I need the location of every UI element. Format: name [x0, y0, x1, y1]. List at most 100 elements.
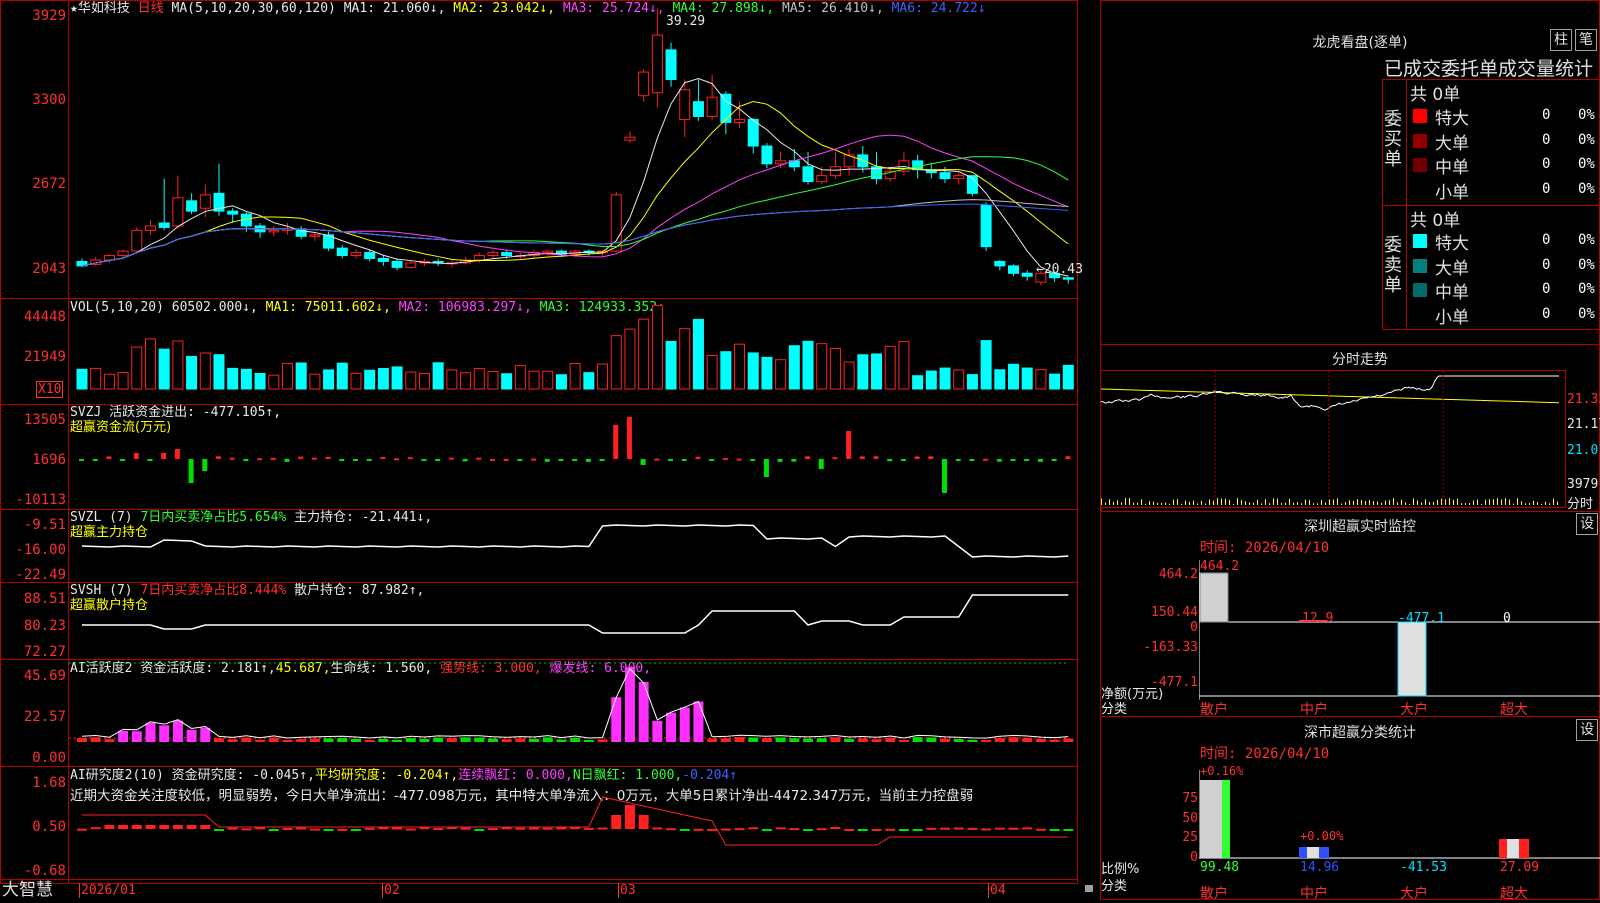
fund-flow-bar	[914, 456, 920, 459]
activity-bar	[529, 738, 540, 742]
buy-row-swatch	[1413, 133, 1427, 148]
fund-flow-bar	[983, 458, 989, 461]
fund-flow-bar	[544, 459, 550, 462]
ai-research-pane[interactable]	[69, 767, 1077, 879]
volume-bar	[295, 362, 307, 390]
stats-col-divider	[1406, 79, 1407, 330]
sz-monitor-value: 0	[1503, 611, 1511, 626]
intraday-volume-tick	[1161, 502, 1162, 505]
activity-bar	[830, 737, 841, 742]
fund-flow-bar	[489, 458, 495, 461]
intraday-volume-tick	[1289, 498, 1290, 505]
candle-body	[651, 34, 663, 94]
sz-class-time: 时间: 2026/04/10	[1200, 746, 1330, 762]
sz-class-chart[interactable]	[1199, 770, 1600, 900]
research-bar	[693, 828, 704, 831]
sell-row-swatch	[1413, 258, 1427, 273]
intraday-volume-tick	[1205, 503, 1206, 505]
activity-bar	[611, 697, 622, 742]
sell-row-pct: 0%	[1578, 281, 1595, 297]
activity-bar	[241, 737, 252, 742]
candle-body	[473, 255, 485, 261]
intraday-volume-tick	[1553, 498, 1554, 505]
fund-flow-bar	[229, 457, 235, 460]
activity-bar	[953, 739, 964, 742]
sz-class-settings-button[interactable]: 设	[1576, 719, 1598, 741]
activity-bar	[474, 737, 485, 742]
svzj-axis-label: 13505	[23, 412, 66, 428]
candle-body	[747, 118, 759, 147]
section-divider	[1100, 716, 1600, 717]
intraday-volume-tick	[1125, 498, 1126, 505]
sz-class-category: 超大	[1500, 886, 1528, 902]
volume-bar	[1062, 364, 1074, 390]
price-axis-label: 2672	[32, 176, 66, 192]
fund-flow-bar	[832, 457, 838, 460]
research-bar	[981, 828, 992, 831]
research-bar	[953, 827, 964, 830]
svsh-pane[interactable]	[69, 583, 1077, 659]
volume-bar	[734, 343, 746, 390]
research-bar	[118, 825, 129, 829]
pen-mode-button[interactable]: 笔	[1575, 29, 1597, 51]
research-bar	[885, 828, 896, 831]
intraday-volume-tick	[1473, 500, 1474, 505]
fund-flow-bar	[859, 456, 865, 459]
activity-bar	[734, 737, 745, 742]
intraday-volume-tick	[1217, 498, 1218, 505]
sz-monitor-title: 深圳超赢实时监控	[1304, 519, 1416, 535]
research-bar	[131, 825, 142, 829]
intraday-volume-tick	[1497, 498, 1498, 505]
research-bar	[994, 827, 1005, 830]
svzj-pane[interactable]	[69, 405, 1077, 509]
svsh-axis-label: 80.23	[23, 618, 66, 634]
research-bar	[1063, 829, 1074, 831]
price-pane[interactable]	[69, 0, 1077, 298]
volume-bar	[980, 340, 992, 390]
sell-total: 共 0单	[1410, 211, 1461, 231]
ma3-line	[81, 134, 1069, 267]
activity-bar	[350, 738, 361, 742]
research-bar	[789, 828, 800, 831]
sz-monitor-chart[interactable]	[1199, 560, 1600, 700]
activity-bar	[761, 738, 772, 742]
buy-row-count: 0	[1542, 107, 1551, 123]
activity-bar	[323, 738, 334, 742]
research-bar	[487, 828, 498, 831]
fund-flow-bar	[846, 431, 852, 459]
activity-line	[81, 667, 1069, 739]
buy-row-count: 0	[1542, 180, 1551, 197]
fund-flow-bar	[640, 459, 646, 465]
bar-mode-button[interactable]: 柱	[1550, 29, 1572, 51]
fund-flow-bar	[462, 459, 468, 462]
buy-row-name: 小单	[1435, 182, 1469, 203]
ai-active-pane[interactable]	[69, 660, 1077, 766]
candle-body	[734, 118, 746, 123]
intraday-volume-tick	[1193, 500, 1194, 505]
activity-bar	[570, 737, 581, 742]
volume-bar	[1049, 373, 1061, 390]
fund-flow-bar	[380, 456, 386, 459]
research-bar	[227, 827, 238, 830]
vol-pane[interactable]	[69, 299, 1077, 404]
fund-flow-bar	[736, 458, 742, 461]
sz-monitor-settings-button[interactable]: 设	[1576, 513, 1598, 535]
research-bar	[857, 829, 868, 831]
intraday-volume-tick	[1513, 503, 1514, 505]
intraday-volume-tick	[1313, 503, 1314, 505]
intraday-volume-tick	[1121, 502, 1122, 505]
fund-flow-bar	[92, 459, 98, 461]
candle-body	[309, 234, 321, 237]
activity-bar	[104, 739, 115, 742]
price-axis-label: 3300	[32, 92, 66, 108]
candle-body	[131, 229, 143, 252]
activity-bar	[501, 739, 512, 742]
intraday-chart[interactable]	[1101, 371, 1565, 507]
lock-icon[interactable]	[1085, 885, 1093, 892]
activity-bar	[885, 737, 896, 742]
svzl-pane[interactable]	[69, 510, 1077, 582]
research-bar	[583, 827, 594, 830]
fund-flow-bar	[188, 459, 194, 483]
price-axis-label: 2043	[32, 261, 66, 277]
activity-bar	[433, 737, 444, 742]
